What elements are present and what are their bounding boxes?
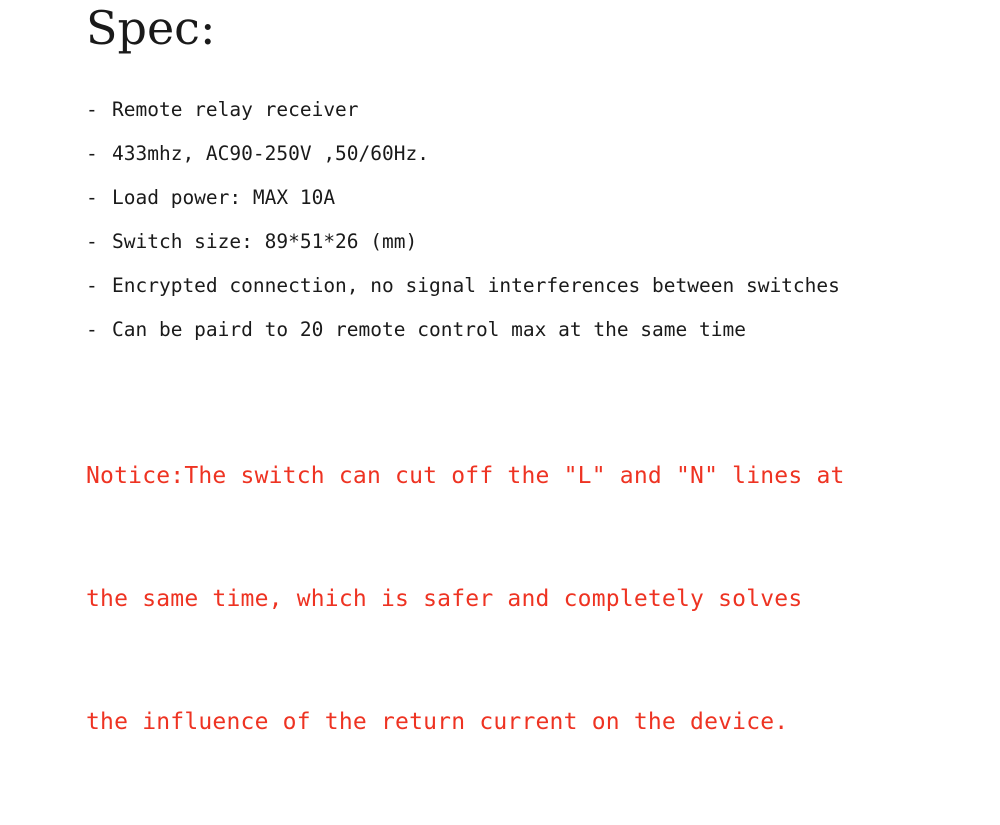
notice-line: the influence of the return current on t… — [86, 709, 789, 735]
list-item: - Can be paird to 20 remote control max … — [86, 308, 966, 352]
list-item-label: Remote relay receiver — [112, 98, 359, 121]
spec-document-page: Spec: - Remote relay receiver - 433mhz, … — [0, 0, 1000, 735]
notice-line: Notice:The switch can cut off the "L" an… — [86, 463, 845, 489]
list-item-label: Switch size: 89*51*26 (mm) — [112, 230, 418, 253]
spec-list: - Remote relay receiver - 433mhz, AC90-2… — [86, 88, 966, 352]
list-item: - Encrypted connection, no signal interf… — [86, 264, 966, 308]
list-item: - Load power: MAX 10A — [86, 176, 966, 220]
list-item-label: Encrypted connection, no signal interfer… — [112, 274, 840, 297]
list-item: - Switch size: 89*51*26 (mm) — [86, 220, 966, 264]
list-item-label: 433mhz, AC90-250V ,50/60Hz. — [112, 142, 429, 165]
notice-line: the same time, which is safer and comple… — [86, 586, 803, 612]
bullet-dash: - — [86, 186, 98, 209]
bullet-dash: - — [86, 98, 98, 121]
page-title: Spec: — [86, 1, 216, 55]
notice-block: Notice:The switch can cut off the "L" an… — [86, 374, 966, 825]
bullet-dash: - — [86, 274, 98, 297]
bullet-dash: - — [86, 318, 98, 341]
list-item: - 433mhz, AC90-250V ,50/60Hz. — [86, 132, 966, 176]
bullet-dash: - — [86, 142, 98, 165]
list-item-label: Can be paird to 20 remote control max at… — [112, 318, 746, 341]
bullet-dash: - — [86, 230, 98, 253]
list-item-label: Load power: MAX 10A — [112, 186, 336, 209]
list-item: - Remote relay receiver — [86, 88, 966, 132]
